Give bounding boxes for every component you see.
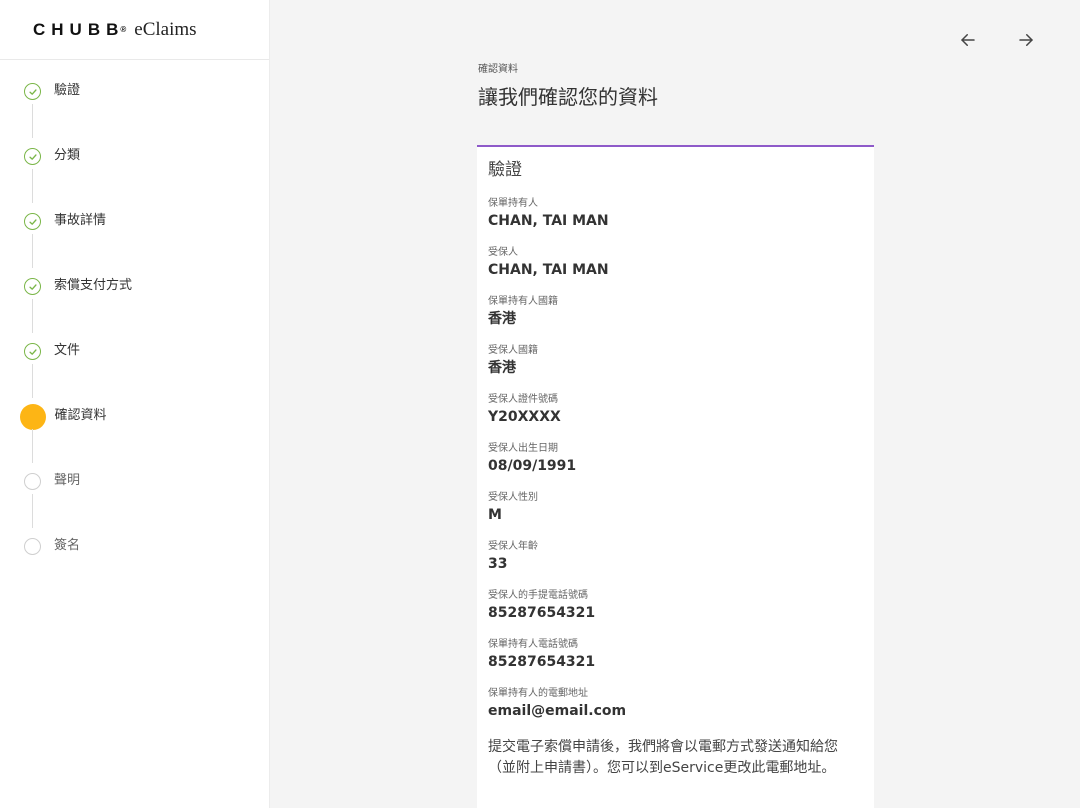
field-label: 保單持有人 <box>488 198 538 209</box>
sidebar-step-label: 驗證 <box>54 83 81 98</box>
sidebar-step: 簽名 <box>0 535 269 600</box>
brand-logo-text: CHUBB <box>33 19 125 39</box>
sidebar-step-label: 確認資料 <box>54 408 107 423</box>
empty-circle-icon <box>24 538 41 555</box>
field-label: 受保人的手提電話號碼 <box>488 590 588 601</box>
check-circle-icon <box>24 83 41 100</box>
field-label: 保單持有人電話號碼 <box>488 639 578 650</box>
info-field: 保單持有人 CHAN, TAI MAN <box>488 198 863 231</box>
field-value: 85287654321 <box>488 605 596 621</box>
info-field: 受保人的手提電話號碼 85287654321 <box>488 590 863 623</box>
sidebar-step[interactable]: 文件 <box>0 340 269 405</box>
page-title: 讓我們確認您的資料 <box>478 85 658 109</box>
sidebar-step[interactable]: 分類 <box>0 145 269 210</box>
step-connector <box>32 169 33 203</box>
field-label: 受保人 <box>488 247 518 258</box>
sidebar-step-label: 事故詳情 <box>54 213 107 228</box>
card-title: 驗證 <box>488 160 522 180</box>
check-circle-icon <box>24 213 41 230</box>
field-value: 香港 <box>488 360 516 376</box>
sidebar-step: 聲明 <box>0 470 269 535</box>
field-value: Y20XXXX <box>488 409 561 425</box>
info-field: 受保人性別 M <box>488 492 863 525</box>
verification-card: 驗證 保單持有人 CHAN, TAI MAN 受保人 CHAN, TAI MAN 保單持… <box>477 145 874 808</box>
info-field: 受保人出生日期 08/09/1991 <box>488 443 863 476</box>
app-name: eClaims <box>134 18 197 40</box>
sidebar-step-label: 索償支付方式 <box>54 278 133 293</box>
page-nav <box>958 30 1036 50</box>
sidebar-step[interactable]: 確認資料 <box>0 404 269 470</box>
sidebar-step[interactable]: 索償支付方式 <box>0 275 269 340</box>
sidebar-step[interactable]: 驗證 <box>0 80 269 145</box>
step-connector <box>32 429 33 463</box>
field-value: CHAN, TAI MAN <box>488 262 609 278</box>
field-value: 33 <box>488 556 508 572</box>
field-label: 保單持有人國籍 <box>488 296 558 307</box>
breadcrumb: 確認資料 <box>478 64 518 75</box>
step-connector <box>32 494 33 528</box>
page-header: 確認資料 讓我們確認您的資料 <box>478 60 658 110</box>
step-connector <box>32 364 33 398</box>
sidebar-step-label: 分類 <box>54 148 81 163</box>
sidebar-step-label: 文件 <box>54 343 81 358</box>
info-field: 受保人證件號碼 Y20XXXX <box>488 394 863 427</box>
field-label: 受保人性別 <box>488 492 538 503</box>
info-field: 保單持有人的電郵地址 email@email.com <box>488 688 863 721</box>
step-connector <box>32 299 33 333</box>
info-field: 受保人年齡 33 <box>488 541 863 574</box>
arrow-left-icon[interactable] <box>958 30 978 50</box>
check-circle-icon <box>24 343 41 360</box>
field-value: CHAN, TAI MAN <box>488 213 609 229</box>
current-step-dot-icon <box>19 404 46 430</box>
field-value: 85287654321 <box>488 654 596 670</box>
field-label: 受保人年齡 <box>488 541 538 552</box>
sidebar: CHUBB ® eClaims 驗證分類事故詳情索償支付方式 文件確認資料聲明簽名 <box>0 0 270 808</box>
arrow-right-icon[interactable] <box>1016 30 1036 50</box>
field-label: 保單持有人的電郵地址 <box>488 688 588 699</box>
info-field: 受保人 CHAN, TAI MAN <box>488 247 863 280</box>
step-connector <box>32 104 33 138</box>
sidebar-step[interactable]: 事故詳情 <box>0 210 269 275</box>
field-value: 香港 <box>488 311 516 327</box>
field-label: 受保人國籍 <box>488 345 538 356</box>
check-circle-icon <box>24 148 41 165</box>
check-circle-icon <box>24 278 41 295</box>
app-root: CHUBB ® eClaims 驗證 分類 事故詳情 索償支付方式 文件 確認資料 聲明 簽名 … <box>0 0 1080 808</box>
chubb-logo: CHUBB ® <box>33 20 134 40</box>
field-label: 受保人出生日期 <box>488 443 558 454</box>
sidebar-step-label: 聲明 <box>54 473 81 488</box>
info-field: 保單持有人電話號碼 85287654321 <box>488 639 863 672</box>
step-list: 驗證分類事故詳情索償支付方式 文件確認資料聲明簽名 <box>0 60 269 600</box>
field-value: email@email.com <box>488 703 627 719</box>
sidebar-step-label: 簽名 <box>54 538 81 553</box>
field-value: 08/09/1991 <box>488 458 577 474</box>
step-connector <box>32 234 33 268</box>
brand-registered-mark: ® <box>120 25 127 34</box>
empty-circle-icon <box>24 473 41 490</box>
info-field: 受保人國籍 香港 <box>488 345 863 378</box>
email-notice: 提交電子索償申請後，我們將會以電郵方式發送通知給您（並附上申請書）。您可以到eS… <box>488 739 838 776</box>
info-field: 保單持有人國籍 香港 <box>488 296 863 329</box>
field-list: 保單持有人 CHAN, TAI MAN 受保人 CHAN, TAI MAN 保單持有人國… <box>488 198 863 721</box>
field-value: M <box>488 507 502 523</box>
brand: CHUBB ® eClaims <box>0 0 269 60</box>
field-label: 受保人證件號碼 <box>488 394 558 405</box>
